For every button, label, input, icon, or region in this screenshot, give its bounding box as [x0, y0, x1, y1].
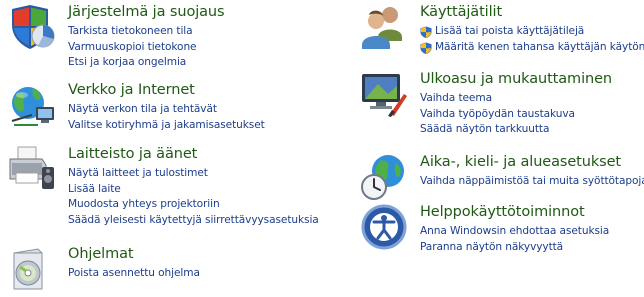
category-title-hardware-sound[interactable]: Laitteisto ja äänet: [68, 145, 319, 166]
link-change-keyboards[interactable]: Vaihda näppäimistöä tai muita syöttötapo…: [420, 174, 644, 190]
uac-shield-icon: [420, 42, 432, 54]
category-title-clock-region[interactable]: Aika-, kieli- ja alueasetukset: [420, 153, 644, 174]
printer-speaker-icon[interactable]: [8, 145, 56, 193]
link-add-device[interactable]: Lisää laite: [68, 182, 319, 198]
category-title-network[interactable]: Verkko ja Internet: [68, 81, 265, 102]
link-adjust-resolution[interactable]: Säädä näytön tarkkuutta: [420, 122, 612, 138]
link-change-theme[interactable]: Vaihda teema: [420, 91, 612, 107]
link-uninstall-program[interactable]: Poista asennettu ohjelma: [68, 266, 200, 282]
category-title-programs[interactable]: Ohjelmat: [68, 245, 200, 266]
link-network-status[interactable]: Näytä verkon tila ja tehtävät: [68, 102, 265, 118]
globe-clock-icon[interactable]: [360, 153, 408, 201]
shield-flag-chart-icon[interactable]: [8, 3, 56, 51]
link-change-wallpaper[interactable]: Vaihda työpöydän taustakuva: [420, 107, 612, 123]
software-box-cd-icon[interactable]: [8, 245, 56, 293]
link-connect-projector[interactable]: Muodosta yhteys projektoriin: [68, 197, 319, 213]
category-title-system-security[interactable]: Järjestelmä ja suojaus: [68, 3, 225, 24]
ease-of-access-icon[interactable]: [360, 203, 408, 251]
category-title-ease-of-access[interactable]: Helppokäyttötoiminnot: [420, 203, 609, 224]
category-title-appearance[interactable]: Ulkoasu ja mukauttaminen: [420, 70, 612, 91]
link-label: Lisää tai poista käyttäjätilejä: [435, 25, 585, 37]
users-icon[interactable]: [360, 3, 408, 51]
link-check-computer-status[interactable]: Tarkista tietokoneen tila: [68, 24, 224, 40]
link-find-fix-problems[interactable]: Etsi ja korjaa ongelmia: [68, 55, 224, 71]
monitor-paint-icon[interactable]: [360, 70, 408, 118]
link-parental-controls[interactable]: Määritä kenen tahansa käyttäjän käytön: [420, 40, 644, 56]
link-backup-computer[interactable]: Varmuuskopioi tietokone: [68, 40, 224, 56]
link-optimize-visual-display[interactable]: Paranna näytön näkyvyyttä: [420, 240, 609, 256]
link-devices-printers[interactable]: Näytä laitteet ja tulostimet: [68, 166, 319, 182]
uac-shield-icon: [420, 26, 432, 38]
globe-network-icon[interactable]: [8, 81, 56, 129]
category-title-user-accounts[interactable]: Käyttäjätilit: [420, 3, 644, 24]
link-label: Määritä kenen tahansa käyttäjän käytön: [435, 40, 644, 53]
link-mobility-settings[interactable]: Säädä yleisesti käytettyjä siirrettävyys…: [68, 213, 319, 229]
link-let-windows-suggest[interactable]: Anna Windowsin ehdottaa asetuksia: [420, 224, 609, 240]
link-homegroup-sharing[interactable]: Valitse kotiryhmä ja jakamisasetukset: [68, 118, 265, 134]
link-add-remove-accounts[interactable]: Lisää tai poista käyttäjätilejä: [420, 24, 644, 40]
